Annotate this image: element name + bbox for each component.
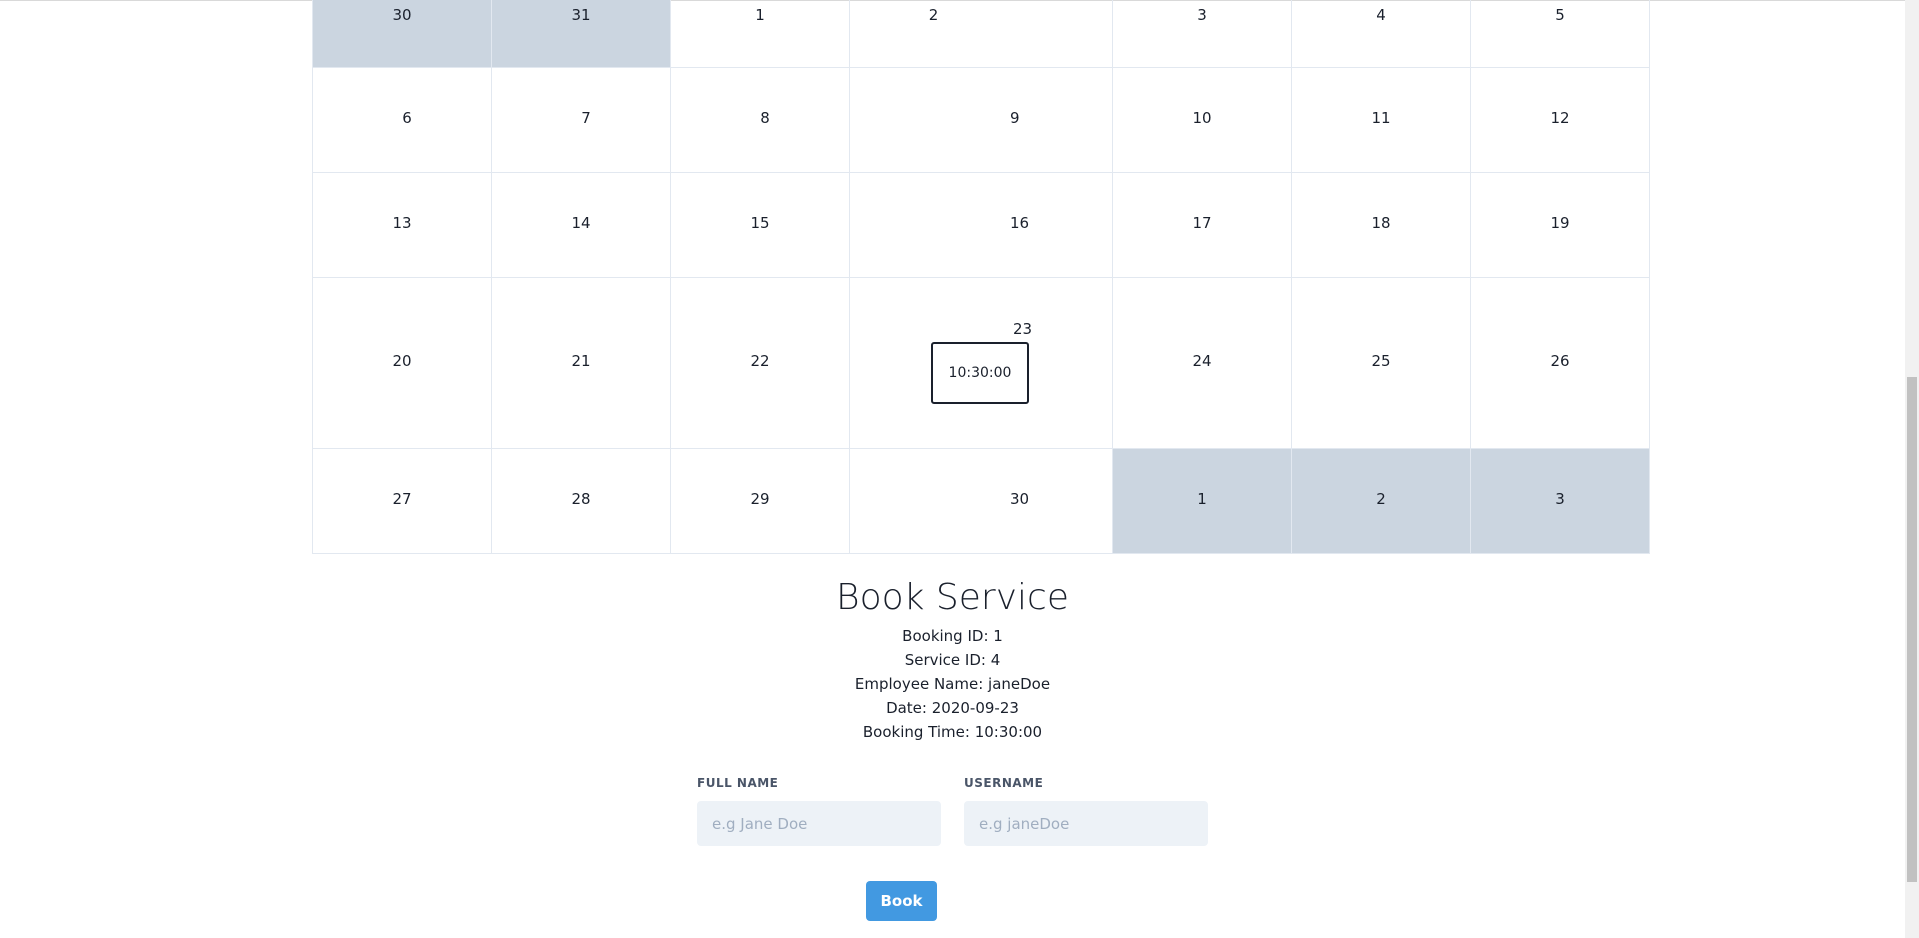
calendar-day[interactable]: 26 xyxy=(1471,278,1650,449)
time-slot-button[interactable]: 10:30:00 xyxy=(931,342,1029,404)
day-number: 12 xyxy=(1550,109,1570,127)
employee-name-text: Employee Name: janeDoe xyxy=(854,675,1051,693)
calendar-day-other-month[interactable]: 2 xyxy=(1292,449,1471,554)
day-number: 4 xyxy=(1376,6,1386,24)
day-number: 3 xyxy=(1555,490,1565,508)
page-title: Book Service xyxy=(836,577,1069,618)
calendar-day[interactable]: 7 xyxy=(492,68,671,173)
full-name-input[interactable] xyxy=(697,801,941,846)
calendar-day[interactable]: 27 xyxy=(313,449,492,554)
calendar-day[interactable]: 19 xyxy=(1471,173,1650,278)
calendar-day[interactable]: 4 xyxy=(1292,0,1471,68)
calendar-day[interactable]: 12 xyxy=(1471,68,1650,173)
day-number: 9 xyxy=(1010,109,1020,127)
book-button[interactable]: Book xyxy=(866,881,937,921)
calendar-week-row: 13 14 15 16 17 18 19 xyxy=(313,173,1650,278)
booking-time-text: Booking Time: 10:30:00 xyxy=(862,723,1043,741)
calendar-day[interactable]: 3 xyxy=(1113,0,1292,68)
booking-id-text: Booking ID: 1 xyxy=(902,627,1003,645)
date-text: Date: 2020-09-23 xyxy=(886,699,1019,717)
day-number: 2 xyxy=(928,6,939,24)
day-number: 17 xyxy=(1192,214,1212,232)
calendar-week-row: 27 28 29 30 1 2 3 xyxy=(313,449,1650,554)
calendar-day[interactable]: 29 xyxy=(671,449,850,554)
day-number: 18 xyxy=(1371,214,1391,232)
day-number: 16 xyxy=(1010,214,1030,232)
day-number: 3 xyxy=(1197,6,1207,24)
calendar-day[interactable]: 22 xyxy=(671,278,850,449)
calendar-grid: 30 31 1 2 3 4 5 6 7 8 9 10 11 12 13 14 15 16 17 18 19 20 21 22 2… xyxy=(312,0,1650,554)
day-number: 27 xyxy=(392,490,412,508)
calendar-day[interactable]: 5 xyxy=(1471,0,1650,68)
day-number: 5 xyxy=(1555,6,1565,24)
booking-details: Booking ID: 1 Service ID: 4 Employee Nam… xyxy=(0,624,1905,744)
day-number: 13 xyxy=(392,214,412,232)
calendar-day[interactable]: 23 10:30:00 xyxy=(850,278,1113,449)
calendar-day[interactable]: 30 xyxy=(850,449,1113,554)
full-name-label: FULL NAME xyxy=(697,776,779,790)
day-number: 1 xyxy=(1197,490,1207,508)
day-number: 23 xyxy=(1013,320,1033,338)
day-number: 15 xyxy=(750,214,770,232)
day-number: 31 xyxy=(571,6,591,24)
calendar-day[interactable]: 2 xyxy=(850,0,1113,68)
day-number: 30 xyxy=(392,6,412,24)
calendar-week-row: 30 31 1 2 3 4 5 xyxy=(313,0,1650,68)
calendar-day[interactable]: 25 xyxy=(1292,278,1471,449)
day-number: 25 xyxy=(1371,352,1391,370)
calendar-day-other-month[interactable]: 3 xyxy=(1471,449,1650,554)
calendar-day[interactable]: 17 xyxy=(1113,173,1292,278)
day-number: 28 xyxy=(571,490,591,508)
day-number: 26 xyxy=(1550,352,1570,370)
calendar-day[interactable]: 13 xyxy=(313,173,492,278)
day-number: 20 xyxy=(392,352,412,370)
day-number: 11 xyxy=(1371,109,1391,127)
calendar-day[interactable]: 14 xyxy=(492,173,671,278)
calendar-day-other-month[interactable]: 1 xyxy=(1113,449,1292,554)
day-number: 22 xyxy=(750,352,770,370)
calendar-day[interactable]: 1 xyxy=(671,0,850,68)
calendar-day[interactable]: 11 xyxy=(1292,68,1471,173)
username-label: USERNAME xyxy=(964,776,1044,790)
calendar-day[interactable]: 15 xyxy=(671,173,850,278)
calendar-day[interactable]: 20 xyxy=(313,278,492,449)
day-number: 7 xyxy=(581,109,591,127)
day-number: 2 xyxy=(1376,490,1386,508)
calendar-day[interactable]: 24 xyxy=(1113,278,1292,449)
calendar-week-row: 20 21 22 23 10:30:00 24 25 26 xyxy=(313,278,1650,449)
day-number: 19 xyxy=(1550,214,1570,232)
day-number: 24 xyxy=(1192,352,1212,370)
day-number: 21 xyxy=(571,352,591,370)
username-input[interactable] xyxy=(964,801,1208,846)
calendar-day[interactable]: 18 xyxy=(1292,173,1471,278)
day-number: 29 xyxy=(750,490,770,508)
calendar-week-row: 6 7 8 9 10 11 12 xyxy=(313,68,1650,173)
service-id-text: Service ID: 4 xyxy=(904,651,1001,669)
calendar-day[interactable]: 21 xyxy=(492,278,671,449)
day-number: 10 xyxy=(1192,109,1212,127)
day-number: 8 xyxy=(760,109,770,127)
day-number: 6 xyxy=(402,109,412,127)
day-number: 14 xyxy=(571,214,591,232)
calendar-day[interactable]: 28 xyxy=(492,449,671,554)
calendar-day[interactable]: 9 xyxy=(850,68,1113,173)
calendar-day-other-month[interactable]: 31 xyxy=(492,0,671,68)
calendar-day[interactable]: 16 xyxy=(850,173,1113,278)
calendar-day[interactable]: 6 xyxy=(313,68,492,173)
page: 30 31 1 2 3 4 5 6 7 8 9 10 11 12 13 14 15 16 17 18 19 20 21 22 2… xyxy=(0,0,1919,938)
scrollbar-thumb[interactable] xyxy=(1907,377,1917,882)
day-number: 30 xyxy=(1010,490,1030,508)
calendar-day[interactable]: 8 xyxy=(671,68,850,173)
calendar-day-other-month[interactable]: 30 xyxy=(313,0,492,68)
calendar-day[interactable]: 10 xyxy=(1113,68,1292,173)
day-number: 1 xyxy=(755,6,765,24)
